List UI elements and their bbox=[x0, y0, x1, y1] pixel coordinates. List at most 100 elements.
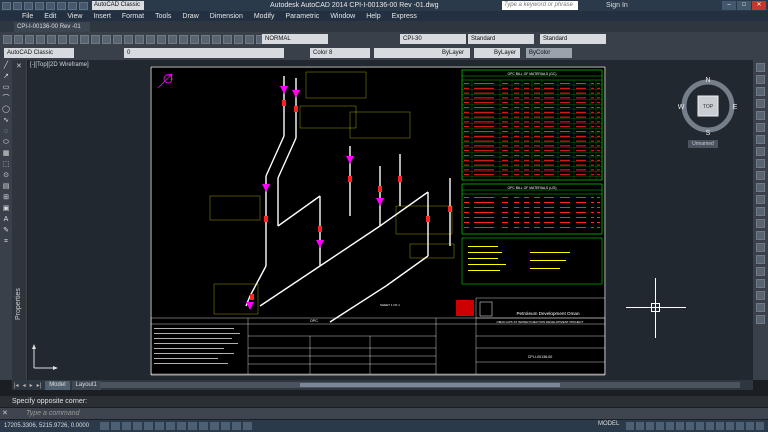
standard-tool-icon[interactable] bbox=[80, 34, 89, 44]
modify-tool-icon[interactable] bbox=[756, 267, 765, 276]
standard-tool-icon[interactable] bbox=[212, 34, 221, 44]
draw-tool-icon[interactable]: ⊙ bbox=[3, 172, 9, 180]
modify-tool-icon[interactable] bbox=[756, 87, 765, 96]
document-tab[interactable]: CPI-I-00136-00 Rev -01 bbox=[14, 22, 90, 32]
saveas-icon[interactable] bbox=[46, 1, 55, 10]
standard-tool-icon[interactable] bbox=[201, 34, 210, 44]
palette-close-icon[interactable]: ✕ bbox=[16, 62, 22, 70]
status-toggle-icon[interactable] bbox=[133, 422, 142, 430]
menu-help[interactable]: Help bbox=[366, 13, 380, 20]
draw-tool-icon[interactable]: ↗ bbox=[3, 73, 9, 81]
draw-tool-icon[interactable]: ▭ bbox=[3, 84, 10, 92]
last-layout-icon[interactable]: ▸| bbox=[35, 382, 44, 389]
status-toggle-icon[interactable] bbox=[122, 422, 131, 430]
textstyle-select[interactable]: CPI-30 bbox=[400, 34, 466, 44]
standard-tool-icon[interactable] bbox=[168, 34, 177, 44]
viewport-label[interactable]: [-][Top][2D Wireframe] bbox=[30, 62, 89, 68]
status-tray-icon[interactable] bbox=[706, 422, 714, 430]
standard-tool-icon[interactable] bbox=[69, 34, 78, 44]
close-button[interactable]: ✕ bbox=[752, 1, 766, 10]
status-toggle-icon[interactable] bbox=[111, 422, 120, 430]
draw-tool-icon[interactable]: ▦ bbox=[3, 150, 10, 158]
search-input[interactable]: Type a keyword or phrase bbox=[502, 1, 578, 10]
status-tray-icon[interactable] bbox=[676, 422, 684, 430]
menu-file[interactable]: File bbox=[22, 13, 33, 20]
prev-layout-icon[interactable]: ◂ bbox=[21, 382, 28, 389]
status-tray-icon[interactable] bbox=[656, 422, 664, 430]
modify-tool-icon[interactable] bbox=[756, 195, 765, 204]
status-tray-icon[interactable] bbox=[626, 422, 634, 430]
modify-tool-icon[interactable] bbox=[756, 207, 765, 216]
layer-select[interactable]: 0 bbox=[124, 48, 284, 58]
mleaderstyle-select[interactable]: Standard bbox=[540, 34, 606, 44]
draw-tool-icon[interactable]: ⌒ bbox=[3, 95, 10, 103]
tab-layout1[interactable]: Layout1 bbox=[71, 380, 101, 390]
compass-n-label[interactable]: N bbox=[705, 77, 710, 84]
standard-tool-icon[interactable] bbox=[3, 34, 12, 44]
draw-tool-icon[interactable]: ⬚ bbox=[3, 161, 10, 169]
draw-tool-icon[interactable]: ◯ bbox=[2, 106, 10, 114]
modify-tool-icon[interactable] bbox=[756, 171, 765, 180]
modify-tool-icon[interactable] bbox=[756, 291, 765, 300]
scrollbar-thumb[interactable] bbox=[300, 383, 560, 387]
menu-insert[interactable]: Insert bbox=[93, 13, 111, 20]
draw-tool-icon[interactable]: ⊞ bbox=[3, 194, 9, 202]
menu-dimension[interactable]: Dimension bbox=[210, 13, 243, 20]
draw-tool-icon[interactable]: A bbox=[4, 216, 9, 224]
modify-tool-icon[interactable] bbox=[756, 219, 765, 228]
new-icon[interactable] bbox=[13, 1, 22, 10]
draw-tool-icon[interactable]: ▤ bbox=[3, 183, 10, 191]
undo-icon[interactable] bbox=[68, 1, 77, 10]
properties-palette[interactable]: ✕ Properties bbox=[12, 60, 27, 380]
status-toggle-icon[interactable] bbox=[155, 422, 164, 430]
standard-tool-icon[interactable] bbox=[14, 34, 23, 44]
menu-parametric[interactable]: Parametric bbox=[285, 13, 319, 20]
first-layout-icon[interactable]: |◂ bbox=[12, 382, 21, 389]
modify-tool-icon[interactable] bbox=[756, 159, 765, 168]
coordinate-readout[interactable]: 17205.3306, 5215.9726, 0.0000 bbox=[0, 423, 100, 429]
standard-tool-icon[interactable] bbox=[223, 34, 232, 44]
command-input[interactable]: ✕ Type a command bbox=[0, 408, 768, 419]
sign-in-button[interactable]: Sign In bbox=[606, 0, 628, 11]
draw-tool-icon[interactable]: ◌ bbox=[4, 128, 8, 136]
model-space-button[interactable]: MODEL bbox=[598, 421, 619, 427]
command-close-icon[interactable]: ✕ bbox=[2, 408, 8, 419]
app-menu-icon[interactable] bbox=[2, 1, 11, 10]
menu-format[interactable]: Format bbox=[122, 13, 144, 20]
standard-tool-icon[interactable] bbox=[113, 34, 122, 44]
modify-tool-icon[interactable] bbox=[756, 183, 765, 192]
menu-window[interactable]: Window bbox=[330, 13, 355, 20]
color-select[interactable]: Color 8 bbox=[310, 48, 370, 58]
modify-tool-icon[interactable] bbox=[756, 99, 765, 108]
next-layout-icon[interactable]: ▸ bbox=[28, 382, 35, 389]
status-toggle-icon[interactable] bbox=[243, 422, 252, 430]
standard-tool-icon[interactable] bbox=[146, 34, 155, 44]
modify-tool-icon[interactable] bbox=[756, 135, 765, 144]
open-icon[interactable] bbox=[24, 1, 33, 10]
menu-edit[interactable]: Edit bbox=[44, 13, 56, 20]
modify-tool-icon[interactable] bbox=[756, 231, 765, 240]
status-toggle-icon[interactable] bbox=[177, 422, 186, 430]
standard-tool-icon[interactable] bbox=[190, 34, 199, 44]
draw-tool-icon[interactable]: ✎ bbox=[3, 227, 9, 235]
ucs-menu[interactable]: Unnamed bbox=[688, 140, 718, 148]
workspace-combo[interactable]: AutoCAD Classic bbox=[4, 48, 74, 58]
modify-tool-icon[interactable] bbox=[756, 243, 765, 252]
tab-model[interactable]: Model bbox=[45, 380, 70, 390]
save-icon[interactable] bbox=[35, 1, 44, 10]
menu-view[interactable]: View bbox=[67, 13, 82, 20]
linetype-select[interactable]: ByLayer bbox=[374, 48, 470, 58]
draw-tool-icon[interactable]: ⌗ bbox=[4, 238, 8, 246]
minimize-button[interactable]: – bbox=[722, 1, 736, 10]
horizontal-scrollbar[interactable] bbox=[100, 382, 740, 388]
lineweight-select[interactable]: ByLayer bbox=[474, 48, 520, 58]
status-tray-icon[interactable] bbox=[726, 422, 734, 430]
plotstyle-select[interactable]: ByColor bbox=[526, 48, 572, 58]
modify-tool-icon[interactable] bbox=[756, 279, 765, 288]
status-toggle-icon[interactable] bbox=[199, 422, 208, 430]
standard-tool-icon[interactable] bbox=[25, 34, 34, 44]
status-tray-icon[interactable] bbox=[636, 422, 644, 430]
plot-icon[interactable] bbox=[57, 1, 66, 10]
draw-tool-icon[interactable]: ∿ bbox=[3, 117, 9, 125]
modify-tool-icon[interactable] bbox=[756, 303, 765, 312]
